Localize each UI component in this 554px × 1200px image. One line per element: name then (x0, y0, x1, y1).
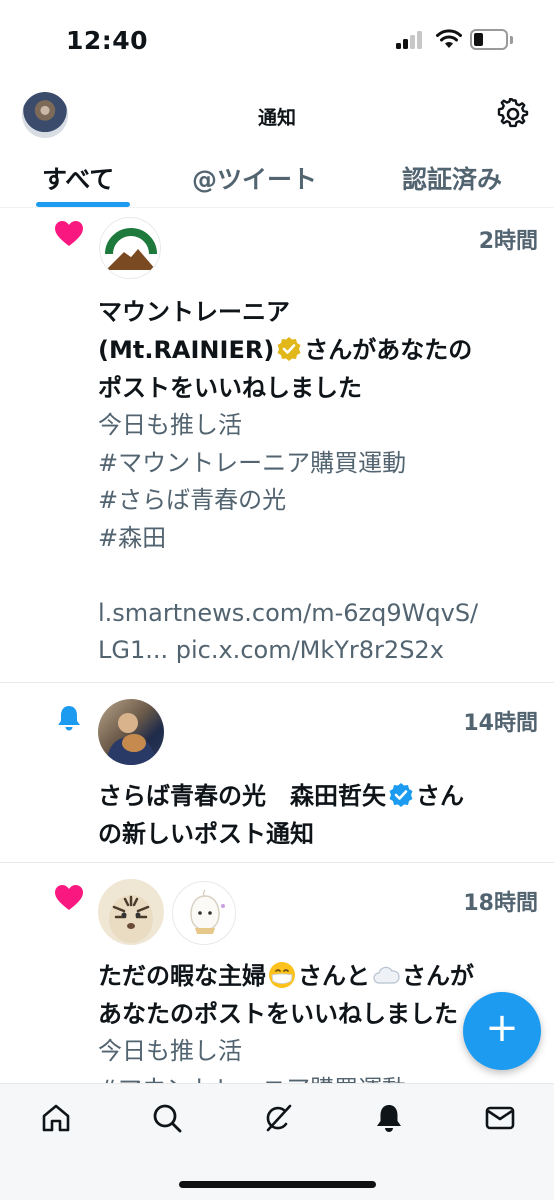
post-line: 今日も推し活 (98, 411, 242, 439)
notifications-screen: 12:40 通知 すべて @ツイート 認証済み 2時間 マウントレーニア (Mt… (0, 0, 554, 1200)
post-line-blank (98, 557, 540, 595)
notification-text: さらば青春の光 森田哲矢 さん の新しいポスト通知 (98, 777, 540, 853)
page-title: 通知 (257, 107, 296, 129)
blue-verified-badge-icon (389, 783, 413, 807)
notification-time: 14時間 (463, 711, 538, 736)
notification-tabs: すべて @ツイート 認証済み (0, 150, 554, 208)
url-link[interactable]: l.smartnews.com/m-6zq9WqvS/ (98, 595, 540, 633)
gold-verified-badge-icon (277, 337, 301, 361)
cloud-emoji-icon (373, 966, 400, 984)
mt-rainier-avatar[interactable] (99, 217, 161, 279)
tab-verified[interactable]: 認証済み (402, 160, 502, 196)
account-name[interactable]: マウントレーニア (98, 298, 290, 326)
cellular-signal-icon (396, 31, 426, 49)
heart-icon (55, 221, 83, 246)
wifi-icon (436, 29, 462, 48)
account-name[interactable]: ただの暇な主婦 (98, 962, 266, 990)
compose-plus-label: + (485, 1005, 519, 1051)
status-bar: 12:40 (0, 0, 554, 84)
hashtag-link[interactable]: #さらば青春の光 (98, 482, 540, 520)
home-icon[interactable] (40, 1102, 72, 1134)
morita-avatar[interactable] (98, 699, 164, 765)
notification-time: 2時間 (478, 229, 538, 254)
hashtag-link[interactable]: #マウントレーニア購買運動 (98, 445, 540, 483)
tab-mentions[interactable]: @ツイート (192, 160, 317, 196)
notification-time: 18時間 (463, 891, 538, 916)
notification-item[interactable]: 2時間 マウントレーニア (Mt.RAINIER) さんがあなたの ポストをいい… (0, 209, 554, 683)
action-text-line2: あなたのポストをいいねしました (98, 1000, 458, 1028)
search-icon[interactable] (151, 1102, 183, 1134)
action-text: さんがあなたの (304, 336, 473, 364)
url-link[interactable]: LG1... pic.x.com/MkYr8r2S2x (98, 632, 540, 670)
ghost-avatar[interactable] (172, 881, 236, 945)
post-preview: 今日も推し活 #マウントレーニア購買運動 #さらば青春の光 #森田 l.smar… (98, 407, 540, 670)
battery-tip (510, 36, 513, 44)
compose-post-button[interactable]: + (463, 992, 541, 1070)
status-time: 12:40 (66, 26, 149, 55)
grok-icon[interactable] (262, 1102, 294, 1134)
action-text: さんが (402, 962, 474, 990)
account-name[interactable]: さらば青春の光 森田哲矢 (98, 782, 386, 810)
notification-text: マウントレーニア (Mt.RAINIER) さんがあなたの ポストをいいねしまし… (98, 293, 540, 407)
heart-icon (55, 885, 83, 910)
messages-icon[interactable] (484, 1102, 516, 1134)
face-with-medical-mask-emoji-icon (269, 962, 295, 988)
action-text-line2: の新しいポスト通知 (98, 820, 314, 848)
gear-icon[interactable] (497, 98, 529, 130)
home-indicator[interactable] (179, 1181, 376, 1188)
notification-item[interactable]: 14時間 さらば青春の光 森田哲矢 さん の新しいポスト通知 (0, 683, 554, 863)
bell-icon (58, 706, 80, 731)
action-text-line2: ポストをいいねしました (98, 374, 362, 402)
account-name-handle[interactable]: (Mt.RAINIER) (98, 336, 274, 364)
tab-all[interactable]: すべて (42, 160, 114, 196)
notifications-bell-icon[interactable] (373, 1102, 405, 1134)
hashtag-link[interactable]: #森田 (98, 520, 540, 558)
action-text: さん (416, 782, 464, 810)
battery-icon (470, 29, 508, 50)
tiger-avatar[interactable] (98, 879, 164, 945)
active-tab-indicator (36, 202, 130, 207)
joiner-text: さんと (298, 962, 370, 990)
